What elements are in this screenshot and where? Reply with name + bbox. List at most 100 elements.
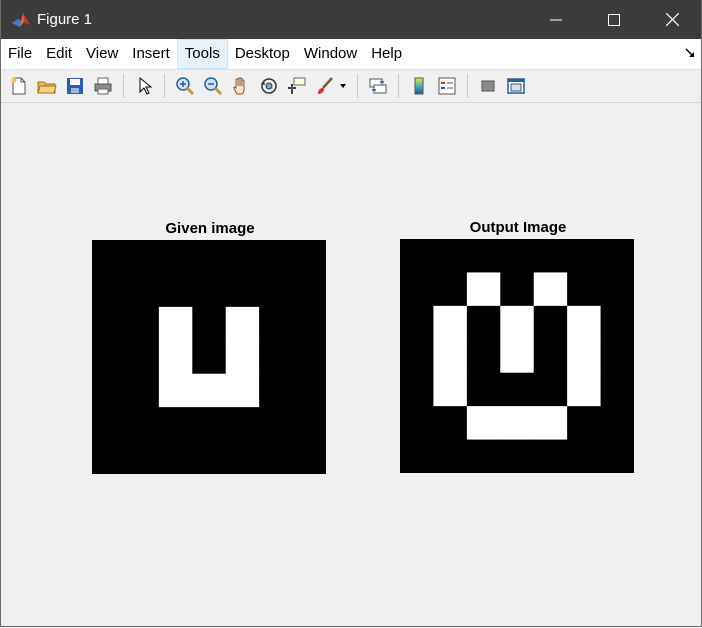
figure-canvas[interactable]: Given image Output Image <box>1 103 701 628</box>
toolbar-separator <box>398 74 399 98</box>
pixel-cell <box>225 340 260 375</box>
menu-insert[interactable]: Insert <box>125 39 177 69</box>
pixel-cell <box>92 407 126 442</box>
zoom-out-button[interactable] <box>201 74 225 98</box>
colorbar-button[interactable] <box>407 74 431 98</box>
pixel-cell <box>400 372 434 407</box>
pixel-cell <box>567 372 602 407</box>
toolbar-separator <box>357 74 358 98</box>
dock-arrow-icon[interactable] <box>685 48 695 58</box>
pixel-cell <box>466 439 501 473</box>
given-image-title: Given image <box>165 220 255 237</box>
pixel-cell <box>225 240 260 274</box>
maximize-icon <box>608 13 620 26</box>
zoom-in-icon <box>176 77 195 96</box>
window-controls <box>527 0 701 39</box>
pixel-cell <box>433 305 468 340</box>
pixel-cell <box>533 439 568 473</box>
pixel-cell <box>192 340 227 375</box>
hide-plot-tools-icon <box>481 80 495 92</box>
pixel-cell <box>567 406 602 441</box>
edit-plot-arrow-icon <box>139 76 153 95</box>
pixel-cell <box>600 439 634 473</box>
show-plot-tools-icon <box>507 78 525 94</box>
maximize-button[interactable] <box>585 0 643 39</box>
colorbar-icon <box>414 77 424 95</box>
hide-plot-tools-button[interactable] <box>476 74 500 98</box>
pixel-cell <box>292 373 326 408</box>
pixel-cell <box>225 373 260 408</box>
legend-icon <box>438 77 456 95</box>
pixel-cell <box>466 372 501 407</box>
pan-hand-icon <box>233 77 245 95</box>
pixel-cell <box>292 306 326 341</box>
close-button[interactable] <box>643 0 701 39</box>
title-bar[interactable]: Figure 1 <box>1 0 701 39</box>
toolbar-separator <box>467 74 468 98</box>
pan-button[interactable] <box>229 74 253 98</box>
given-image-axes[interactable] <box>92 240 326 474</box>
menu-edit[interactable]: Edit <box>39 39 79 69</box>
output-image-axes[interactable] <box>400 239 634 473</box>
print-button[interactable] <box>91 74 115 98</box>
save-button[interactable] <box>63 74 87 98</box>
pixel-cell <box>500 339 535 374</box>
legend-button[interactable] <box>435 74 459 98</box>
zoom-out-icon <box>204 77 223 96</box>
pixel-cell <box>259 440 294 474</box>
pixel-cell <box>292 407 326 442</box>
pixel-cell <box>158 273 193 308</box>
pixel-cell <box>192 240 227 274</box>
menu-desktop[interactable]: Desktop <box>228 39 297 69</box>
pixel-cell <box>292 240 326 274</box>
menu-file[interactable]: File <box>1 39 39 69</box>
pixel-cell <box>500 272 535 307</box>
menu-view[interactable]: View <box>79 39 125 69</box>
open-file-button[interactable] <box>35 74 59 98</box>
link-plot-button[interactable] <box>366 74 390 98</box>
pixel-cell <box>125 340 160 375</box>
menu-help[interactable]: Help <box>364 39 409 69</box>
pixel-cell <box>292 440 326 474</box>
pixel-cell <box>500 305 535 340</box>
pixel-cell <box>600 406 634 441</box>
pixel-cell <box>466 305 501 340</box>
pixel-cell <box>400 239 434 273</box>
matlab-logo-icon <box>12 12 30 27</box>
data-cursor-button[interactable] <box>285 74 309 98</box>
pixel-cell <box>500 406 535 441</box>
show-plot-tools-button[interactable] <box>504 74 528 98</box>
edit-plot-button[interactable] <box>132 74 156 98</box>
pixel-cell <box>466 239 501 273</box>
pixel-cell <box>92 373 126 408</box>
pixel-cell <box>125 306 160 341</box>
brush-button[interactable] <box>313 74 337 98</box>
link-plot-icon <box>369 78 387 94</box>
pixel-cell <box>259 306 294 341</box>
pixel-cell <box>225 440 260 474</box>
minimize-button[interactable] <box>527 0 585 39</box>
pixel-cell <box>125 373 160 408</box>
pixel-cell <box>92 440 126 474</box>
pixel-cell <box>158 407 193 442</box>
zoom-in-button[interactable] <box>173 74 197 98</box>
pixel-cell <box>533 272 568 307</box>
pixel-cell <box>192 306 227 341</box>
menu-window[interactable]: Window <box>297 39 364 69</box>
pixel-cell <box>433 339 468 374</box>
pixel-cell <box>567 272 602 307</box>
data-cursor-icon <box>288 77 306 94</box>
pixel-cell <box>158 240 193 274</box>
pixel-cell <box>125 407 160 442</box>
pixel-cell <box>600 272 634 307</box>
menu-tools[interactable]: Tools <box>176 39 228 69</box>
pixel-cell <box>533 406 568 441</box>
brush-dropdown-icon[interactable] <box>339 82 347 90</box>
rotate-3d-button[interactable] <box>257 74 281 98</box>
pixel-cell <box>400 305 434 340</box>
new-figure-button[interactable] <box>7 74 31 98</box>
pixel-cell <box>500 439 535 473</box>
pixel-cell <box>600 239 634 273</box>
minimize-icon <box>550 19 562 20</box>
pixel-cell <box>158 440 193 474</box>
